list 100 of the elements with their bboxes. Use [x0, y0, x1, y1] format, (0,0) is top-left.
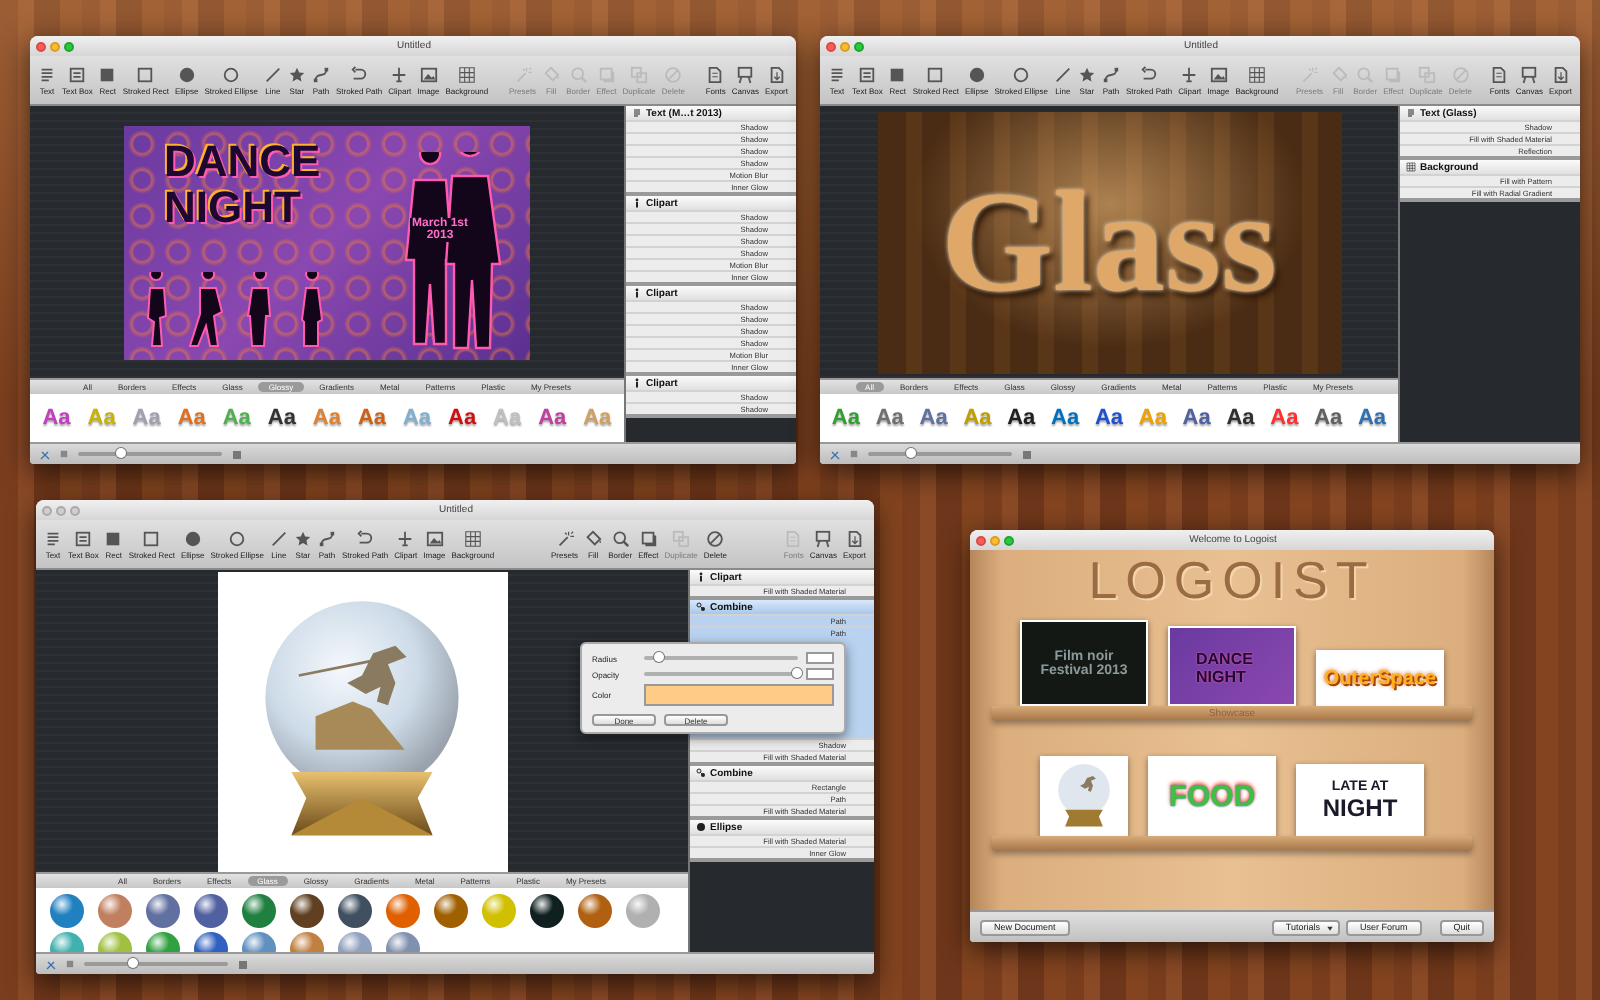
document-icon — [1490, 65, 1509, 83]
picture-icon — [425, 529, 444, 547]
slider-thumb[interactable] — [653, 652, 664, 662]
minimize-button[interactable] — [840, 41, 850, 51]
export-icon — [767, 65, 786, 83]
figure-icon — [632, 378, 642, 388]
preset-swatch[interactable]: Aa — [357, 406, 387, 430]
close-button[interactable] — [36, 41, 46, 51]
picture-icon[interactable] — [66, 960, 74, 968]
number-field[interactable] — [806, 668, 834, 680]
zoom-button[interactable] — [70, 505, 80, 515]
preset-sphere[interactable] — [338, 894, 372, 928]
picture-icon[interactable] — [232, 449, 242, 459]
link-icon — [696, 602, 706, 612]
close-button[interactable] — [826, 41, 836, 51]
line-icon — [1053, 65, 1072, 83]
grid-icon — [457, 65, 476, 83]
text-lines-icon — [1406, 108, 1416, 118]
circle-icon — [967, 65, 986, 83]
magnifier-icon — [1356, 65, 1375, 83]
close-button[interactable] — [42, 505, 52, 515]
shaded-square-icon — [639, 529, 658, 547]
bucket-icon — [584, 529, 603, 547]
preset-swatch[interactable]: Aa — [1314, 406, 1343, 430]
circle-icon — [177, 65, 196, 83]
star-icon — [1077, 65, 1096, 83]
preset-swatch[interactable]: Aa — [538, 406, 567, 430]
preset-swatch[interactable]: Aa — [1094, 406, 1124, 430]
shaded-square-icon — [1384, 65, 1403, 83]
easel-icon — [814, 529, 833, 547]
link-icon — [696, 768, 706, 778]
showcase-thumbnail[interactable] — [1040, 756, 1128, 836]
circle-outline-icon — [228, 529, 247, 547]
zoom-button[interactable] — [1004, 535, 1014, 545]
slider-thumb[interactable] — [128, 958, 139, 968]
text-box-icon — [68, 65, 87, 83]
picture-icon[interactable] — [60, 450, 68, 458]
preset-swatch[interactable]: Aa — [1357, 406, 1387, 430]
square-icon — [98, 65, 117, 83]
curve-arrow-icon — [350, 65, 369, 83]
square-icon — [888, 65, 907, 83]
thumbnail-title: DANCE — [1194, 650, 1253, 668]
slider-thumb[interactable] — [792, 668, 802, 678]
line-icon — [269, 529, 288, 547]
preset-sphere[interactable] — [530, 894, 564, 928]
caret-icon — [1325, 923, 1334, 931]
preset-sphere[interactable] — [290, 894, 324, 928]
text-box-icon — [858, 65, 877, 83]
wand-icon — [555, 529, 574, 547]
path-icon — [1101, 65, 1120, 83]
slider-thumb[interactable] — [115, 448, 126, 458]
magnifier-icon — [611, 529, 630, 547]
minimize-button[interactable] — [50, 41, 60, 51]
minimize-button[interactable] — [990, 535, 1000, 545]
preset-swatch[interactable]: Aa — [1270, 406, 1299, 430]
color-well[interactable] — [644, 684, 834, 706]
shaded-square-icon — [597, 65, 616, 83]
preset-swatch[interactable]: Aa — [1007, 406, 1036, 430]
easel-icon — [1520, 65, 1539, 83]
grid-icon — [1247, 65, 1266, 83]
circle-icon — [183, 529, 202, 547]
preset-swatch[interactable]: Aa — [448, 406, 477, 430]
zoom-button[interactable] — [64, 41, 74, 51]
circle-outline-icon — [1012, 65, 1031, 83]
picture-icon — [1209, 65, 1228, 83]
no-entry-icon — [706, 529, 725, 547]
bucket-icon — [542, 65, 561, 83]
square-icon — [104, 529, 123, 547]
circle-icon — [696, 822, 706, 832]
preset-swatch[interactable]: Aa — [919, 406, 948, 430]
preset-swatch[interactable]: Aa — [1226, 406, 1255, 430]
preset-swatch[interactable]: Aa — [1182, 406, 1211, 430]
figure-icon — [632, 198, 642, 208]
grid-icon — [1406, 162, 1416, 172]
figure-icon — [696, 572, 706, 582]
app-logo-text: LOGOIST — [1088, 550, 1376, 610]
preset-swatch[interactable]: Aa — [1051, 406, 1080, 430]
slider-thumb[interactable] — [905, 448, 916, 458]
picture-icon[interactable] — [1022, 449, 1032, 459]
close-button[interactable] — [976, 535, 986, 545]
text-lines-icon — [44, 529, 62, 547]
poster-title: DANCE — [162, 137, 323, 183]
preset-swatch[interactable]: Aa — [875, 406, 904, 430]
square-outline-icon — [142, 529, 161, 547]
export-icon — [845, 529, 864, 547]
preset-swatch[interactable]: Aa — [267, 406, 296, 430]
text-lines-icon — [38, 65, 56, 83]
picture-icon[interactable] — [850, 450, 858, 458]
picture-icon[interactable] — [238, 959, 248, 969]
preset-swatch[interactable]: Aa — [42, 406, 71, 430]
figure-icon — [632, 288, 642, 298]
path-icon — [317, 529, 336, 547]
glass-title: Glass — [940, 170, 1278, 314]
no-entry-icon — [664, 65, 683, 83]
number-field[interactable] — [806, 652, 834, 664]
path-icon — [311, 65, 330, 83]
copy-icon — [630, 65, 649, 83]
wand-icon — [1300, 65, 1319, 83]
minimize-button[interactable] — [56, 505, 66, 515]
zoom-button[interactable] — [854, 41, 864, 51]
